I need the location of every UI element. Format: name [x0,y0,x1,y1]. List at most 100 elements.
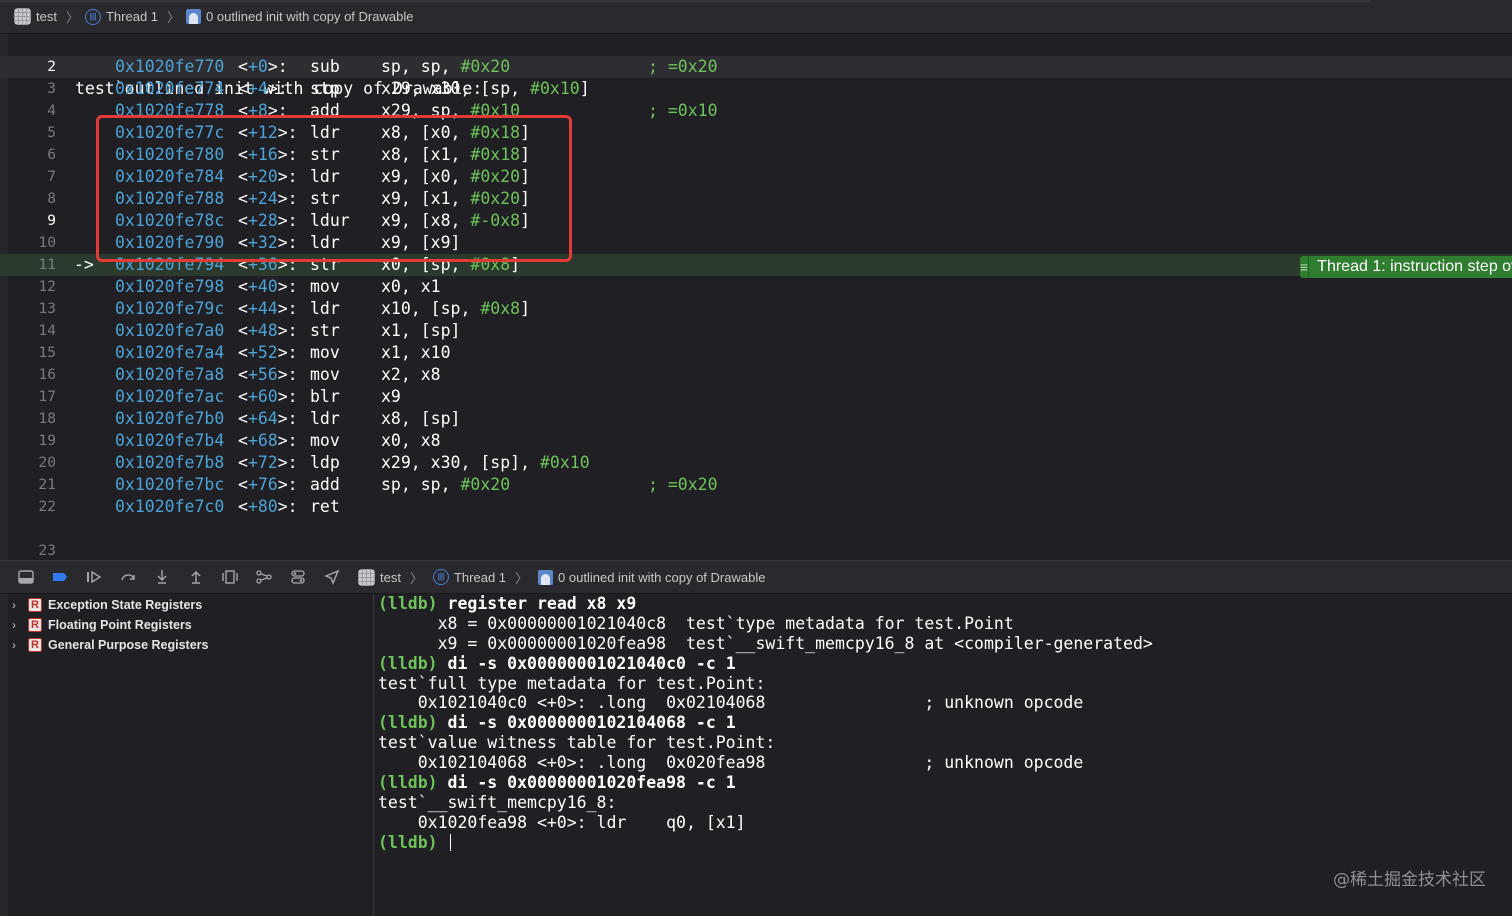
instruction-offset: <+76>: [238,475,298,494]
console-command-line: (lldb) di -s 0x0000000102104068 -c 1 [378,713,1512,733]
app-target-icon [14,8,31,25]
chevron-right-icon: 〉 [167,10,181,25]
disclosure-chevron-icon[interactable]: › [12,638,28,652]
operand-text: sp, sp, [381,475,461,494]
console-output-line: 0x1021040c0 <+0>: .long 0x02104068 ; unk… [378,693,1512,713]
console-output: 0x1020fea98 <+0>: ldr q0, [x1] [378,812,746,832]
continue-icon[interactable] [82,565,106,589]
disclosure-chevron-icon[interactable]: › [12,598,28,612]
offset-value: +52 [247,343,278,362]
instruction-operands: x0, x1 [381,276,441,298]
jump-bar-frame[interactable]: 0 outlined init with copy of Drawable [186,9,413,24]
disassembly-line[interactable]: 16 0x1020fe7a8 <+56>: mov x2, x8 [0,364,1512,386]
lldb-console[interactable]: (lldb) register read x8 x9 x8 = 0x000000… [375,594,1512,916]
disassembly-line[interactable]: 15 0x1020fe7a4 <+52>: mov x1, x10 [0,342,1512,364]
instruction-mnemonic: mov [310,343,340,362]
console-command-line: (lldb) di -s 0x00000001020fea98 -c 1 [378,773,1512,793]
line-number: 11 [38,257,56,273]
step-out-icon[interactable] [184,565,208,589]
disassembly-line[interactable]: 13 0x1020fe79c <+44>: ldr x10, [sp, #0x8] [0,298,1512,320]
disclosure-chevron-icon[interactable]: › [12,618,28,632]
view-hierarchy-icon[interactable] [218,565,242,589]
disassembly-line[interactable]: 12 0x1020fe798 <+40>: mov x0, x1 [0,276,1512,298]
disassembly-line[interactable]: 22 0x1020fe7c0 <+80>: ret [0,496,1512,518]
jump-bar-thread[interactable]: ||| Thread 1 〉 [84,7,186,26]
line-number: 21 [38,477,56,493]
operand-text: x9 [381,387,401,406]
disassembly-line[interactable]: 21 0x1020fe7bc <+76>: add sp, sp, #0x20 ; =0x… [0,474,1512,496]
immediate-value: #0x10 [530,79,580,98]
disassembly-editor[interactable]: 1 test`outlined init with copy of Drawab… [0,34,1512,560]
debug-bar-frame[interactable]: 0 outlined init with copy of Drawable [538,569,765,585]
line-number: 15 [38,345,56,361]
line-number: 22 [38,499,56,515]
step-into-icon[interactable] [150,565,174,589]
pc-status-badge[interactable]: ≡ Thread 1: instruction step over [1300,256,1512,278]
disassembly-title-line[interactable]: 1 test`outlined init with copy of Drawab… [0,34,1512,98]
console-output-line: test`__swift_memcpy16_8: [378,793,1512,813]
register-group-row[interactable]: › R General Purpose Registers [0,635,373,655]
instruction-mnemonic: stp [310,79,340,98]
offset-value: +68 [247,431,278,450]
operand-text: x29, x30, [sp], [381,453,540,472]
lldb-prompt: (lldb) [378,653,448,673]
register-group-row[interactable]: › R Exception State Registers [0,595,373,615]
lldb-prompt: (lldb) [378,594,448,613]
line-number: 14 [38,323,56,339]
instruction-offset: <+68>: [238,431,298,450]
disassembly-line[interactable]: 2 0x1020fe770 <+0>: sub sp, sp, #0x20 ; =0x20 [0,56,1512,78]
offset-value: +48 [247,321,278,340]
line-number: 12 [38,279,56,295]
empty-line[interactable]: 23 [0,518,1512,559]
instruction-operands: x29, x30, [sp], #0x10 [381,452,590,474]
line-number: 20 [38,455,56,471]
disassembly-line[interactable]: 14 0x1020fe7a0 <+48>: str x1, [sp] [0,320,1512,342]
disassembly-line[interactable]: 19 0x1020fe7b4 <+68>: mov x0, x8 [0,430,1512,452]
instruction-mnemonic: mov [310,277,340,296]
console-command: di -s 0x0000000102104068 -c 1 [447,713,736,733]
jump-bar-frame-label: 0 outlined init with copy of Drawable [206,9,414,24]
instruction-mnemonic: ldp [310,453,340,472]
hide-debug-area-icon[interactable] [14,565,38,589]
debug-bar-thread-label: Thread 1 [453,569,507,585]
immediate-value: #0x10 [539,453,590,472]
tab-strip-line [0,0,1370,2]
console-output: 0x1021040c0 <+0>: .long 0x02104068 ; unk… [378,693,1084,713]
instruction-mnemonic: add [310,475,340,494]
memory-graph-icon[interactable] [252,565,276,589]
instruction-mnemonic: ret [310,497,340,516]
environment-overrides-icon[interactable] [286,565,310,589]
debug-bar-target[interactable]: test 〉 [358,568,429,587]
line-number: 16 [38,367,56,383]
thread-icon: ||| [432,569,449,585]
console-command: register read x8 x9 [447,594,637,613]
instruction-comment: ; =0x20 [648,475,718,494]
instruction-offset: <+56>: [238,365,298,384]
text-cursor[interactable] [449,833,452,851]
operand-text: x29, x30, [sp, [381,79,531,98]
step-over-icon[interactable] [116,565,140,589]
debug-bar-thread[interactable]: ||| Thread 1 〉 [432,568,534,587]
instruction-address: 0x1020fe770 [115,57,225,76]
variables-view: › R Exception State Registers › R Floati… [0,594,374,916]
operand-text: x0, x8 [381,431,441,450]
line-number: 10 [38,235,56,251]
disassembly-line[interactable]: 20 0x1020fe7b8 <+72>: ldp x29, x30, [sp], #0… [0,452,1512,474]
disassembly-line[interactable]: 3 0x1020fe774 <+4>: stp x29, x30, [sp, #0x10… [0,78,1512,100]
disassembly-line[interactable]: 17 0x1020fe7ac <+60>: blr x9 [0,386,1512,408]
instruction-mnemonic: mov [310,431,340,450]
operand-tail: ] [579,79,590,98]
lldb-prompt: (lldb) [378,832,448,852]
jump-bar-target[interactable]: test 〉 [14,7,85,26]
disassembly-line[interactable]: 18 0x1020fe7b0 <+64>: ldr x8, [sp] [0,408,1512,430]
instruction-address: 0x1020fe7b0 [115,409,225,428]
register-group-row[interactable]: › R Floating Point Registers [0,615,373,635]
line-number: 23 [38,543,56,559]
line-number: 19 [38,433,56,449]
console-output: x8 = 0x00000001021040c8 test`type metada… [378,613,1014,633]
simulate-location-icon[interactable] [320,565,344,589]
console-output-line: test`value witness table for test.Point: [378,733,1512,753]
offset-value: +40 [247,277,278,296]
offset-value: +72 [247,453,278,472]
breakpoints-toggle-icon[interactable] [48,565,72,589]
